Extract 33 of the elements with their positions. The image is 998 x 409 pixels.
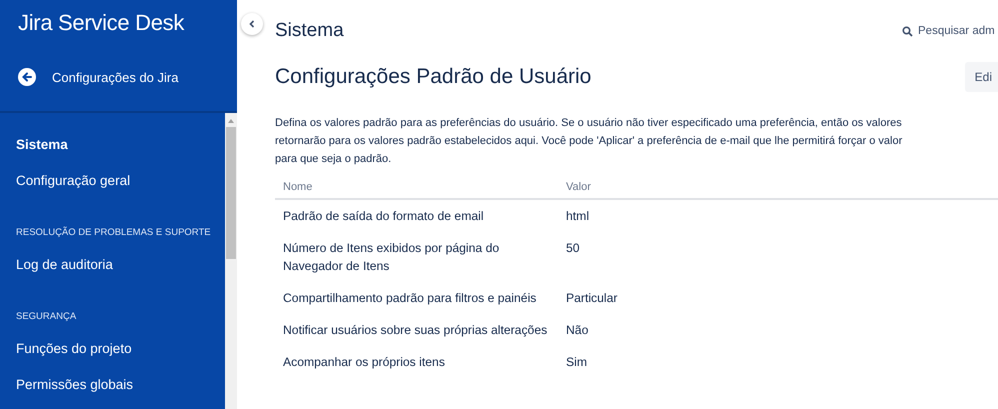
search-field[interactable]: Pesquisar adm bbox=[902, 25, 998, 37]
scrollbar[interactable] bbox=[225, 113, 237, 409]
collapse-sidebar-button[interactable] bbox=[241, 13, 263, 35]
table-cell-text: Número de Itens exibidos por página do Navegador de Itens bbox=[282, 240, 500, 275]
description-text: Defina os valores padrão para as preferências do usuário. Se o usuário não tiver especificado uma preferência, então os valores bbox=[275, 116, 903, 131]
column-header: Nome bbox=[275, 176, 558, 199]
search-icon bbox=[902, 26, 913, 36]
product-logo-text: Jira Service Desk bbox=[18, 10, 186, 36]
scroll-up-icon[interactable] bbox=[227, 117, 235, 125]
table-cell-text: Particular bbox=[565, 290, 618, 307]
table-cell-text: Sim bbox=[565, 354, 588, 371]
description-text: retornarão para os valores padrão estabelecidos aqui. Você pode 'Aplicar' a preferência de e-mail que lhe permitirá forçar o valor bbox=[275, 134, 904, 149]
column-header: Valor bbox=[558, 176, 998, 199]
table-cell: Padrão de saída do formato de email bbox=[275, 199, 558, 232]
nav-section-header: RESOLUÇÃO DE PROBLEMAS E SUPORTE bbox=[16, 227, 212, 239]
sidebar-item[interactable]: Sistema bbox=[16, 127, 225, 163]
sidebar-item[interactable]: Log de auditoria bbox=[16, 247, 225, 283]
sidebar-item[interactable]: Funções do projeto bbox=[16, 331, 225, 367]
table-cell-text: Notificar usuários sobre suas próprias alterações bbox=[282, 322, 548, 339]
section-heading: Configurações Padrão de Usuário bbox=[275, 65, 592, 89]
table-cell-text: 50 bbox=[565, 240, 581, 257]
description-text: para que seja o padrão. bbox=[275, 152, 392, 167]
nav-section-header: SEGURANÇA bbox=[16, 311, 78, 323]
sidebar-item[interactable]: Permissões globais bbox=[16, 367, 225, 403]
sidebar-item[interactable]: Configuração geral bbox=[16, 163, 225, 199]
back-link[interactable]: Configurações do Jira bbox=[18, 68, 237, 86]
table-cell-text: Não bbox=[565, 322, 590, 339]
page-title: Sistema bbox=[275, 20, 344, 42]
chevron-left-icon bbox=[249, 20, 255, 28]
table-cell: html bbox=[558, 199, 998, 232]
edit-button[interactable]: Edi bbox=[964, 62, 998, 92]
table-cell-text: Compartilhamento padrão para filtros e painéis bbox=[282, 290, 538, 307]
table-cell-text: Acompanhar os próprios itens bbox=[282, 354, 446, 371]
